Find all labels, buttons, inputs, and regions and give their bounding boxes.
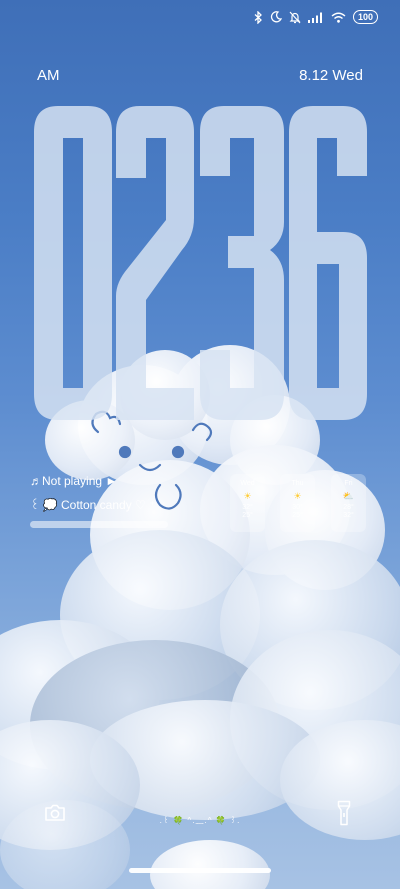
home-indicator[interactable] [129,868,271,873]
partly-cloudy-icon: ⛅ [342,491,355,501]
status-bar: 100 [254,10,378,24]
music-title: ♬Not playing ► [30,474,118,488]
wifi-icon [331,12,346,23]
weather-card-fri: Fri ⛅ 28° 32° [331,474,366,532]
weather-day: Fri [344,480,353,487]
weather-low: 32° [343,512,354,519]
music-progress-bar[interactable] [30,521,168,528]
weather-day: Wed [240,480,255,487]
date-label: 8.12 Wed [299,67,363,84]
bluetooth-icon [254,10,262,24]
signal-icon [307,12,322,23]
weather-day: Thu [291,480,304,487]
weather-low: 25° [292,512,303,519]
weather-high: 32° [242,504,253,511]
music-widget[interactable]: ♬Not playing ► ꒰ 💭 Cotton candy ♡ ⁺ [30,474,170,528]
weather-high: 28° [343,504,354,511]
bell-muted-icon [289,11,301,23]
weather-high: 30° [292,504,303,511]
cloud-bear-doodle [91,410,213,510]
ampm-label: AM [37,67,60,84]
weather-card-thu: Thu ☀ 30° 25° [280,474,315,532]
flashlight-icon[interactable] [337,800,351,826]
lockscreen: 100 AM 8.12 Wed ♬Not playing ► ꒰ 💭 Cotto… [0,0,400,889]
music-subtitle: ꒰ 💭 Cotton candy ♡ ⁺ [30,498,156,512]
moon-icon [270,11,282,23]
battery-icon: 100 [352,10,378,24]
weather-low: 25° [242,512,253,519]
sun-icon: ☀ [293,491,302,501]
weather-card-wed: Wed ☀ 32° 25° [230,474,265,532]
sun-icon: ☀ [243,491,252,501]
